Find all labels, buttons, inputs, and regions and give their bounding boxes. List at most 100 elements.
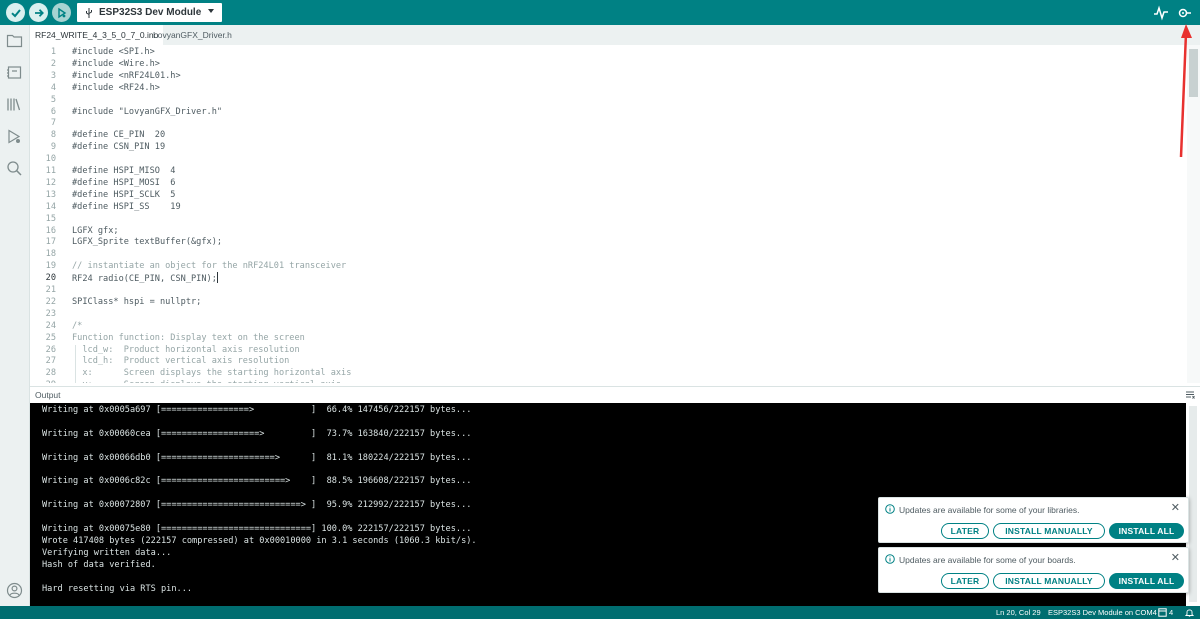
- code-line[interactable]: 28 x: Screen displays the starting horiz…: [30, 367, 1180, 379]
- info-icon: [885, 504, 895, 514]
- line-number: 21: [45, 285, 56, 295]
- code-line[interactable]: 15: [30, 213, 1180, 225]
- code-line[interactable]: 8 #define CE_PIN 20: [30, 129, 1180, 141]
- line-number: 7: [50, 118, 56, 129]
- console-scrollbar-thumb[interactable]: [1189, 406, 1197, 602]
- line-number: 19: [45, 261, 56, 272]
- later-button[interactable]: LATER: [941, 523, 989, 539]
- code-text: #include <SPI.h>: [72, 47, 155, 57]
- code-line[interactable]: 14 #define HSPI_SS 19: [30, 201, 1180, 213]
- debug-button[interactable]: [52, 3, 71, 22]
- line-number: 10: [45, 154, 56, 165]
- code-text: #include "LovyanGFX_Driver.h": [72, 106, 223, 117]
- debug-icon: [57, 7, 66, 18]
- code-line[interactable]: 18: [30, 248, 1180, 260]
- code-line[interactable]: 3 #include <nRF24L01.h>: [30, 70, 1180, 82]
- code-line[interactable]: 1 #include <SPI.h>: [30, 46, 1180, 58]
- code-text: #include <nRF24L01.h>: [72, 70, 181, 81]
- line-number: 27: [45, 356, 56, 367]
- notification-message: Updates are available for some of your b…: [899, 555, 1076, 565]
- status-board-port[interactable]: ESP32S3 Dev Module on COM4: [1048, 608, 1157, 617]
- code-editor[interactable]: 1 #include <SPI.h> 2 #include <Wire.h> 3 #inc…: [30, 45, 1200, 383]
- boards-manager-icon[interactable]: [6, 64, 23, 81]
- install-manually-button[interactable]: INSTALL MANUALLY: [993, 573, 1105, 589]
- verify-button[interactable]: [6, 3, 25, 22]
- line-number: 29: [30, 379, 56, 383]
- serial-plotter-icon[interactable]: [1153, 5, 1169, 21]
- code-line[interactable]: 2 #include <Wire.h>: [30, 58, 1180, 70]
- code-text: #define CSN_PIN 19: [72, 142, 166, 153]
- console-line: Hash of data verified.: [42, 559, 156, 570]
- code-line[interactable]: 13 #define HSPI_SCLK 5: [30, 189, 1180, 201]
- close-notification-button[interactable]: ✕: [1171, 502, 1180, 514]
- line-number: 18: [45, 249, 56, 260]
- clear-output-icon[interactable]: [1185, 390, 1195, 400]
- code-text: #define HSPI_SS 19: [72, 201, 181, 212]
- console-line: Writing at 0x00075e80 [=================…: [42, 524, 472, 534]
- line-number: 6: [50, 106, 56, 117]
- code-line[interactable]: 9 #define CSN_PIN 19: [30, 141, 1180, 153]
- code-line[interactable]: 10: [30, 153, 1180, 165]
- folder-icon[interactable]: [6, 32, 23, 49]
- debug-sidebar-icon[interactable]: [6, 128, 23, 145]
- code-line[interactable]: 26 lcd_w: Product horizontal axis resolu…: [30, 344, 1180, 356]
- line-number: 17: [45, 237, 56, 248]
- board-selector[interactable]: ESP32S3 Dev Module: [77, 3, 222, 22]
- code-text: // instantiate an object for the nRF24L0…: [72, 261, 347, 272]
- code-text: Function function: Display text on the s…: [72, 332, 305, 343]
- code-line[interactable]: 24 /*: [30, 320, 1180, 332]
- code-line[interactable]: 23: [30, 308, 1180, 320]
- code-line[interactable]: 22 SPIClass* hspi = nullptr;: [30, 296, 1180, 308]
- notifications-count[interactable]: 4: [1169, 608, 1173, 617]
- code-line[interactable]: 11 #define HSPI_MISO 4: [30, 165, 1180, 177]
- line-number: 16: [45, 225, 56, 236]
- install-manually-button[interactable]: INSTALL MANUALLY: [993, 523, 1105, 539]
- code-line[interactable]: 12 #define HSPI_MOSI 6: [30, 177, 1180, 189]
- line-number: 11: [45, 166, 56, 176]
- tab-more-button[interactable]: ⋮: [1182, 30, 1192, 40]
- library-icon[interactable]: [6, 96, 23, 113]
- line-number: 3: [50, 70, 56, 81]
- code-line[interactable]: 7: [30, 117, 1180, 129]
- board-update-notification: Updates are available for some of your b…: [878, 547, 1189, 593]
- editor-scrollbar[interactable]: [1187, 45, 1200, 383]
- account-icon[interactable]: [6, 582, 23, 599]
- code-text: #define HSPI_SCLK 5: [72, 189, 176, 200]
- checkmark-icon: [10, 8, 21, 17]
- line-number: 12: [45, 177, 56, 188]
- console-line: Hard resetting via RTS pin...: [42, 583, 193, 594]
- chevron-down-icon: [208, 9, 214, 13]
- code-line[interactable]: 16 LGFX gfx;: [30, 225, 1180, 237]
- tab-main-sketch[interactable]: RF24_WRITE_4_3_5_0_7_0.ino: [30, 25, 164, 45]
- install-all-button[interactable]: INSTALL ALL: [1109, 523, 1184, 539]
- line-number: 5: [50, 94, 56, 105]
- later-button[interactable]: LATER: [941, 573, 989, 589]
- code-text: LGFX_Sprite textBuffer(&gfx);: [72, 237, 223, 248]
- code-line[interactable]: 19 // instantiate an object for the nRF24…: [30, 260, 1180, 272]
- code-line[interactable]: 29 y: Screen displays the starting verti…: [30, 379, 1180, 383]
- close-notification-button[interactable]: ✕: [1171, 552, 1180, 564]
- console-line: Writing at 0x00060cea [=================…: [42, 428, 472, 439]
- code-line[interactable]: 20 RF24 radio(CE_PIN, CSN_PIN);: [30, 272, 1180, 284]
- code-line[interactable]: 17 LGFX_Sprite textBuffer(&gfx);: [30, 236, 1180, 248]
- code-line[interactable]: 25 Function function: Display text on the…: [30, 332, 1180, 344]
- editor-scrollbar-thumb[interactable]: [1189, 49, 1198, 97]
- code-text: #define CE_PIN 20: [72, 130, 166, 141]
- search-icon[interactable]: [6, 160, 23, 177]
- upload-button[interactable]: [29, 3, 48, 22]
- code-text: y: Screen displays the starting vertical…: [72, 379, 341, 383]
- info-icon: [885, 554, 895, 564]
- cursor-position: Ln 20, Col 29: [996, 608, 1041, 617]
- output-title: Output: [35, 390, 61, 400]
- tab-lovyangfx-driver[interactable]: LovyanGFX_Driver.h: [148, 25, 237, 45]
- code-line[interactable]: 5: [30, 94, 1180, 106]
- code-line[interactable]: 6 #include "LovyanGFX_Driver.h": [30, 106, 1180, 118]
- code-line[interactable]: 27 lcd_h: Product vertical axis resoluti…: [30, 355, 1180, 367]
- toolbar: ESP32S3 Dev Module: [0, 0, 1200, 25]
- serial-monitor-icon[interactable]: [1176, 5, 1192, 21]
- bell-icon[interactable]: [1185, 608, 1194, 617]
- output-panel-header: Output: [30, 386, 1200, 403]
- install-all-button[interactable]: INSTALL ALL: [1109, 573, 1184, 589]
- code-line[interactable]: 21: [30, 284, 1180, 296]
- code-line[interactable]: 4 #include <RF24.h>: [30, 82, 1180, 94]
